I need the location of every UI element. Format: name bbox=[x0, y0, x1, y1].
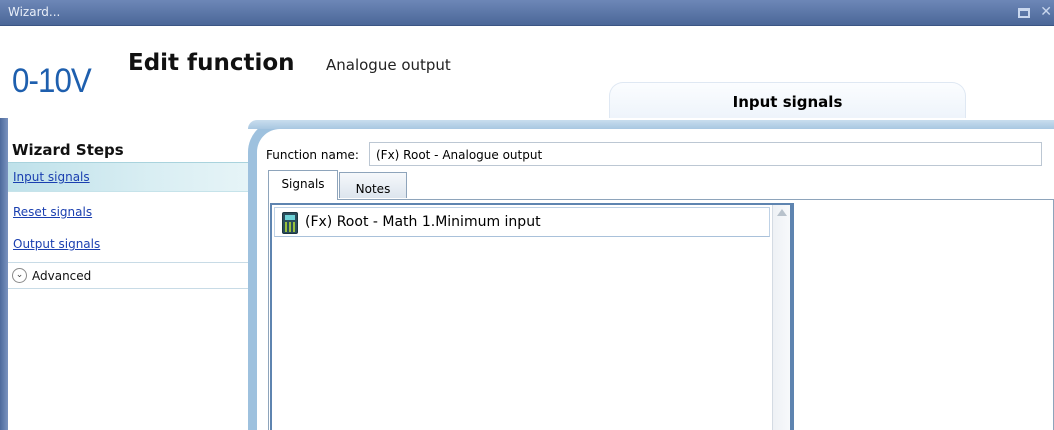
wizard-steps-sidebar: Wizard Steps Input signals Reset signals… bbox=[8, 136, 248, 430]
function-name-label: Function name: bbox=[266, 148, 359, 162]
tab-signals[interactable]: Signals bbox=[268, 170, 338, 200]
current-step-label: Input signals bbox=[732, 93, 843, 111]
sidebar-title: Wizard Steps bbox=[12, 141, 124, 159]
signals-list: (Fx) Root - Math 1.Minimum input bbox=[270, 203, 792, 430]
wizard-header: 0-10V Edit function Analogue output Inpu… bbox=[0, 26, 1054, 118]
sidebar-item-reset-signals[interactable]: Reset signals bbox=[8, 198, 248, 228]
scroll-up-arrow-icon[interactable] bbox=[777, 209, 787, 216]
function-name-input[interactable]: (Fx) Root - Analogue output bbox=[369, 142, 1042, 166]
close-icon[interactable]: ✕ bbox=[1040, 3, 1052, 21]
sidebar-item-input-signals[interactable]: Input signals bbox=[8, 162, 248, 192]
page-subtitle: Analogue output bbox=[326, 56, 451, 74]
tab-signals-label: Signals bbox=[281, 177, 325, 191]
advanced-expander[interactable]: ⌄ Advanced bbox=[8, 262, 248, 289]
page-title: Edit function bbox=[128, 50, 295, 76]
list-item[interactable]: (Fx) Root - Math 1.Minimum input bbox=[274, 207, 770, 237]
window-titlebar: Wizard... ✕ bbox=[0, 0, 1054, 26]
tab-notes-label: Notes bbox=[355, 182, 391, 196]
sidebar-item-label[interactable]: Input signals bbox=[13, 170, 90, 184]
sidebar-item-label[interactable]: Reset signals bbox=[13, 205, 92, 219]
advanced-label: Advanced bbox=[32, 269, 92, 283]
pane-divider bbox=[792, 203, 794, 430]
current-step-tab: Input signals bbox=[609, 82, 966, 118]
sidebar-item-output-signals[interactable]: Output signals bbox=[8, 230, 248, 260]
signals-scrollbar[interactable] bbox=[772, 205, 790, 430]
signal-label: (Fx) Root - Math 1.Minimum input bbox=[305, 214, 541, 230]
chevron-down-circle-icon[interactable]: ⌄ bbox=[12, 268, 27, 283]
window-title: Wizard... bbox=[8, 5, 61, 19]
sidebar-item-label[interactable]: Output signals bbox=[13, 237, 100, 251]
tab-notes[interactable]: Notes bbox=[339, 172, 407, 198]
calculator-icon bbox=[282, 212, 298, 234]
maximize-icon[interactable] bbox=[1018, 8, 1030, 18]
function-logo: 0-10V bbox=[12, 62, 92, 100]
